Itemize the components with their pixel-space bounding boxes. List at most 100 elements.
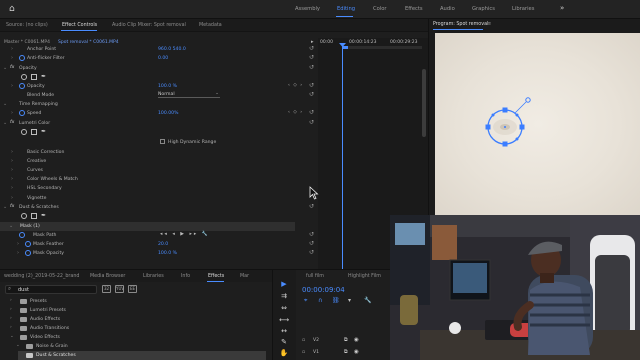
fx-badge-icon[interactable]: fx (10, 120, 14, 125)
mask-feather-value[interactable]: 20.0 (158, 242, 168, 247)
tab-source[interactable]: Source: (no clips) (6, 23, 48, 28)
eye-icon[interactable]: ◉ (354, 349, 359, 355)
chevron-right-icon[interactable]: › (10, 316, 12, 321)
ellipse-mask-icon[interactable] (21, 74, 27, 80)
anti-flicker-value[interactable]: 0.00 (158, 56, 168, 61)
linked-selection-icon[interactable]: ⛓ (332, 297, 340, 304)
snap-icon[interactable]: ∩ (318, 297, 322, 304)
chevron-right-icon[interactable]: › (11, 149, 13, 155)
tab-effects[interactable]: Effects (208, 274, 224, 279)
mask-row-selected[interactable]: ⌄ Mask (1) (0, 222, 295, 231)
rectangle-mask-icon[interactable] (31, 74, 37, 80)
pen-mask-icon[interactable]: ✒ (41, 213, 47, 219)
ellipse-mask-icon[interactable] (21, 213, 27, 219)
workspace-tab-graphics[interactable]: Graphics (472, 6, 495, 12)
effect-item-selected[interactable]: Dust & Scratches (18, 351, 266, 360)
pen-mask-icon[interactable]: ✒ (41, 129, 47, 135)
hdr-checkbox[interactable] (160, 139, 165, 144)
mask-vertex-bottom[interactable] (502, 141, 508, 147)
chevron-right-icon[interactable]: › (17, 241, 19, 247)
workspace-tab-editing[interactable]: Editing (337, 6, 355, 12)
mask-opacity-value[interactable]: 100.0 % (158, 251, 177, 256)
stopwatch-icon[interactable] (25, 241, 31, 247)
home-icon[interactable]: ⌂ (9, 5, 18, 14)
stopwatch-icon[interactable] (19, 55, 25, 61)
tab-sequence-full-film[interactable]: full film (306, 274, 324, 279)
folder-row[interactable]: › Audio Transitions (6, 324, 266, 333)
tab-effect-controls[interactable]: Effect Controls (62, 23, 97, 28)
chevron-down-icon[interactable]: ⌄ (3, 65, 7, 71)
blend-mode-dropdown[interactable]: Normal ⌄ (158, 91, 220, 98)
section-row-basic[interactable]: › Basic Correction (0, 148, 318, 157)
chevron-right-icon[interactable]: › (11, 110, 13, 116)
chevron-right-icon[interactable]: › (11, 167, 13, 173)
chevron-right-icon[interactable]: › (11, 83, 13, 89)
reset-icon[interactable]: ↺ (309, 249, 314, 256)
mask-vertex-left[interactable] (485, 124, 491, 130)
track-header-v1[interactable]: ▫ V1 ⧉ ◉ (299, 349, 387, 357)
mask-feather-handle[interactable] (515, 137, 519, 141)
rectangle-mask-icon[interactable] (31, 129, 37, 135)
chevron-down-icon[interactable]: ⌄ (16, 343, 20, 348)
reset-icon[interactable]: ↺ (309, 64, 314, 71)
workspace-tab-audio[interactable]: Audio (440, 6, 455, 12)
folder-row[interactable]: › Lumetri Presets (6, 306, 266, 315)
reset-icon[interactable]: ↺ (309, 54, 314, 61)
effects-search-input[interactable]: ⌕ dust (5, 285, 97, 294)
scrollbar-thumb[interactable] (422, 69, 426, 137)
workspace-tab-effects[interactable]: Effects (405, 6, 423, 12)
reset-icon[interactable]: ↺ (309, 82, 314, 89)
reset-icon[interactable]: ↺ (309, 91, 314, 98)
mask-feather-handle[interactable] (515, 113, 519, 117)
mask-feather-handle[interactable] (491, 113, 495, 117)
source-patch-icon[interactable]: ▫ (302, 350, 305, 355)
program-monitor-title[interactable]: Program: Spot removal (433, 22, 488, 27)
hand-tool-icon[interactable]: ✋ (279, 349, 289, 358)
panel-menu-icon[interactable]: ≡ (487, 21, 491, 27)
mask-center-point[interactable] (504, 126, 506, 128)
section-row-creative[interactable]: › Creative (0, 157, 318, 166)
mask-tracking-controls[interactable]: ◂◂ ◂ ▶ ▸▸ 🔧 (160, 232, 210, 237)
mask-vertex-top[interactable] (502, 107, 508, 113)
add-marker-icon[interactable]: ▾ (348, 297, 351, 304)
section-row-hsl[interactable]: › HSL Secondary (0, 184, 318, 193)
tab-metadata[interactable]: Metadata (199, 23, 222, 28)
tab-media-browser[interactable]: Media Browser (90, 274, 125, 279)
reset-icon[interactable]: ↺ (309, 240, 314, 247)
yuv-effects-icon[interactable]: EE (128, 285, 137, 293)
ripple-edit-tool-icon[interactable]: ⇔ (279, 304, 289, 313)
keyframe-navigator[interactable]: ‹ ◇ › (288, 110, 303, 115)
track-header-v2[interactable]: ▫ V2 ⧉ ◉ (299, 337, 387, 345)
timeline-settings-icon[interactable]: 🔧 (364, 297, 371, 304)
keyframe-navigator[interactable]: ‹ ◇ › (288, 83, 303, 88)
mask-vertex-right[interactable] (519, 124, 525, 130)
reset-icon[interactable]: ↺ (309, 231, 314, 238)
workspace-tab-color[interactable]: Color (373, 6, 387, 12)
opacity-value[interactable]: 100.0 % (158, 84, 177, 89)
more-workspaces-button[interactable]: » (560, 4, 564, 12)
pen-mask-icon[interactable]: ✒ (41, 74, 47, 80)
chevron-right-icon[interactable]: › (10, 307, 12, 312)
ellipse-mask-icon[interactable] (21, 129, 27, 135)
insert-overwrite-icon[interactable]: ⌖ (304, 297, 307, 305)
tab-audio-clip-mixer[interactable]: Audio Clip Mixer: Spot removal (112, 23, 186, 28)
reset-icon[interactable]: ↺ (309, 45, 314, 52)
track-select-tool-icon[interactable]: ⇉ (279, 292, 289, 301)
section-row-color-wheels[interactable]: › Color Wheels & Match (0, 175, 318, 184)
chevron-right-icon[interactable]: › (11, 55, 13, 61)
chevron-down-icon[interactable]: ⌄ (10, 334, 14, 339)
selection-tool-icon[interactable]: ▶ (279, 280, 289, 289)
chevron-down-icon[interactable]: ⌄ (3, 120, 7, 126)
chevron-down-icon[interactable]: ⌄ (3, 204, 7, 210)
folder-row[interactable]: ⌄ Noise & Grain (12, 342, 266, 351)
eye-icon[interactable]: ◉ (354, 337, 359, 343)
accelerated-effects-icon[interactable]: 32 (102, 285, 111, 293)
32bit-effects-icon[interactable]: YUV (115, 285, 124, 293)
folder-row[interactable]: › Audio Effects (6, 315, 266, 324)
anchor-point-value[interactable]: 960.0 540.0 (158, 47, 186, 52)
section-row-vignette[interactable]: › Vignette (0, 194, 318, 203)
chevron-right-icon[interactable]: › (11, 195, 13, 201)
chevron-right-icon[interactable]: › (10, 298, 12, 303)
stopwatch-icon[interactable] (25, 250, 31, 256)
chevron-right-icon[interactable]: › (10, 325, 12, 330)
